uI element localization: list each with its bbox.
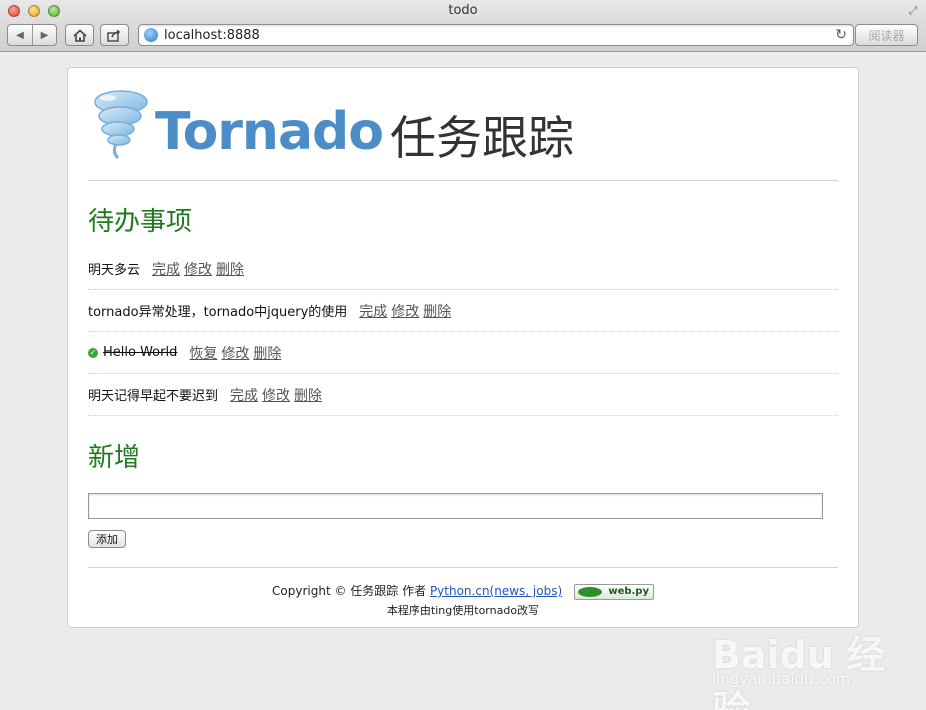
todo-item: 明天记得早起不要迟到 完成 修改 删除 [88, 374, 838, 416]
webpy-badge-text: web.py [608, 585, 649, 597]
todo-item-completed: ✓ Hello World 恢复 修改 删除 [88, 332, 838, 374]
address-bar[interactable]: localhost:8888 ↻ [138, 24, 854, 46]
todo-item-text: 明天多云 [88, 263, 141, 278]
footer: Copyright © 任务跟踪 作者 Python.cn(news, jobs… [88, 567, 838, 617]
python-cn-link[interactable]: Python.cn(news, jobs) [430, 584, 562, 598]
complete-link[interactable]: 完成 [359, 301, 387, 321]
reader-button[interactable]: 阅读器 [855, 24, 918, 46]
share-icon [107, 29, 121, 42]
back-button[interactable]: ◀ [8, 25, 32, 45]
todo-item: 明天多云 完成 修改 删除 [88, 248, 838, 290]
todo-item-text: tornado异常处理，tornado中jquery的使用 [88, 305, 348, 320]
complete-link[interactable]: 完成 [230, 385, 258, 405]
delete-link[interactable]: 删除 [216, 259, 244, 279]
webpy-badge[interactable]: web.py [573, 583, 654, 600]
globe-icon [144, 28, 158, 42]
todo-item: tornado异常处理，tornado中jquery的使用 完成 修改 删除 [88, 290, 838, 332]
new-task-section-title: 新增 [88, 443, 141, 473]
footer-credit: 本程序由ting使用tornado改写 [386, 604, 540, 617]
delete-link[interactable]: 删除 [294, 385, 322, 405]
fullscreen-icon[interactable]: ⤢ [906, 4, 920, 18]
edit-link[interactable]: 修改 [184, 259, 212, 279]
watermark-brand: Baidu 经验 [712, 633, 886, 710]
restore-link[interactable]: 恢复 [189, 343, 217, 363]
home-button[interactable] [65, 24, 94, 46]
copyright-text: Copyright © 任务跟踪 作者 [272, 584, 427, 598]
edit-link[interactable]: 修改 [391, 301, 419, 321]
home-icon [72, 28, 87, 42]
edit-link[interactable]: 修改 [262, 385, 290, 405]
page-container: Tornado 任务跟踪 待办事项 明天多云 完成 修改 删除 tornado异… [67, 67, 859, 628]
todo-item-text: Hello World [103, 345, 178, 360]
checkmark-icon: ✓ [88, 347, 98, 358]
complete-link[interactable]: 完成 [152, 259, 180, 279]
window-title: todo [448, 3, 478, 18]
forward-button[interactable]: ▶ [31, 25, 56, 45]
url-text[interactable]: localhost:8888 [164, 28, 260, 43]
todo-list: 明天多云 完成 修改 删除 tornado异常处理，tornado中jquery… [88, 248, 838, 416]
turtle-icon [577, 586, 602, 597]
add-button[interactable]: 添加 [88, 530, 126, 548]
reload-icon[interactable]: ↻ [835, 27, 847, 43]
page-header: Tornado 任务跟踪 [88, 88, 838, 181]
new-task-input[interactable] [88, 493, 823, 519]
watermark-site: jingyan.baidu.com [712, 670, 851, 688]
page-title: 任务跟踪 [390, 111, 574, 165]
logo-wordmark: Tornado [155, 102, 384, 162]
delete-link[interactable]: 删除 [423, 301, 451, 321]
footer-copyright: Copyright © 任务跟踪 作者 Python.cn(news, jobs… [88, 582, 838, 600]
browser-toolbar: todo ⤢ ◀ ▶ localhost:8888 ↻ 阅读器 [0, 0, 926, 52]
tornado-logo-icon [94, 90, 148, 160]
delete-link[interactable]: 删除 [253, 343, 281, 363]
todo-section-title: 待办事项 [88, 207, 193, 237]
share-button[interactable] [100, 24, 129, 46]
todo-item-text: 明天记得早起不要迟到 [88, 389, 219, 404]
edit-link[interactable]: 修改 [221, 343, 249, 363]
back-forward-group: ◀ ▶ [7, 24, 57, 46]
